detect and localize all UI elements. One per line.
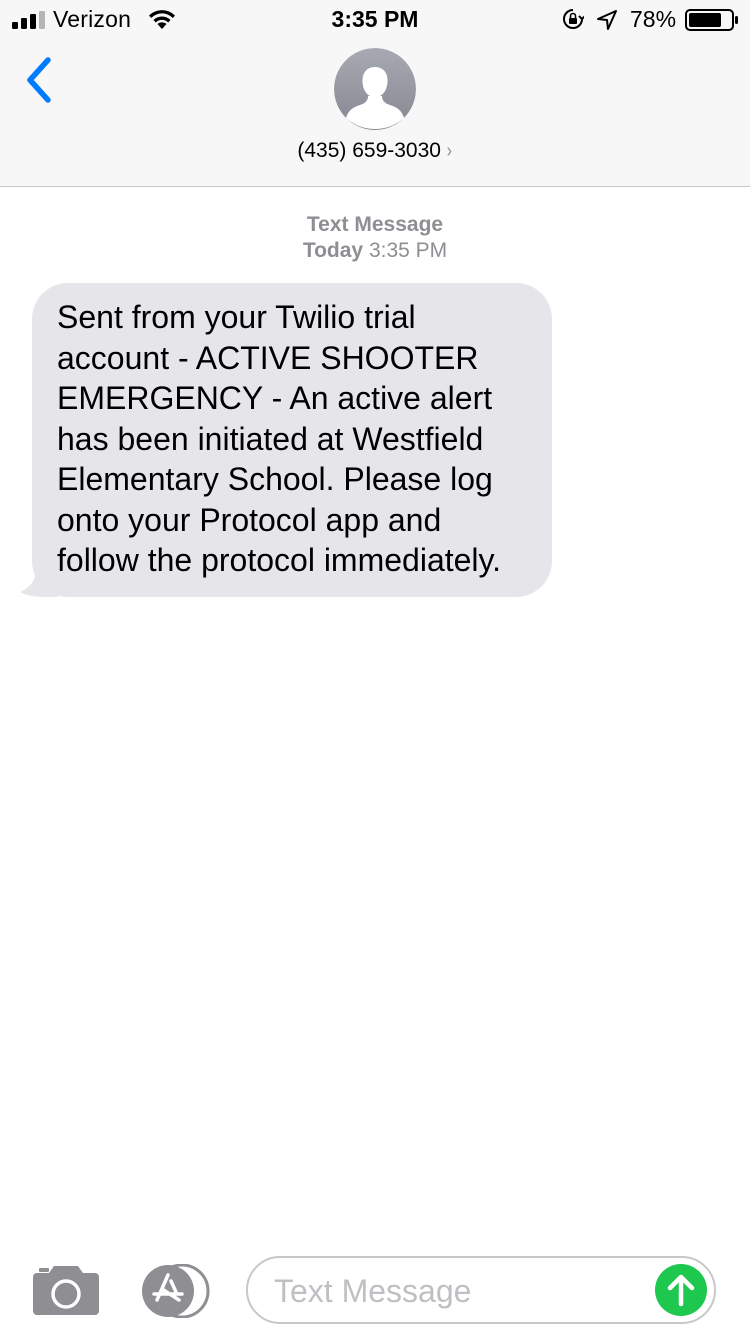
rotation-lock-icon [563, 9, 584, 29]
contact-details-button[interactable]: (435) 659-3030 › [0, 139, 750, 163]
battery-percent: 78% [630, 6, 677, 32]
chevron-left-icon [27, 57, 51, 103]
conversation-header: Verizon 3:35 PM 78% (435) 659-3030 › [0, 0, 750, 187]
chevron-right-icon: › [446, 140, 452, 162]
incoming-message[interactable]: Sent from your Twilio trial account - AC… [18, 283, 558, 597]
thread-timestamp: Text Message Today 3:35 PM [0, 212, 750, 264]
contact-avatar[interactable] [334, 48, 416, 130]
contact-number: (435) 659-3030 [297, 139, 441, 162]
person-silhouette-icon [334, 48, 416, 130]
day-label: Today [302, 239, 364, 262]
back-button[interactable] [18, 52, 58, 108]
status-bar: Verizon 3:35 PM 78% [0, 0, 750, 40]
messages-screen: Verizon 3:35 PM 78% (435) 659-3030 › Tex… [0, 0, 750, 1334]
location-arrow-icon [597, 10, 617, 30]
date-line: Today 3:35 PM [0, 238, 750, 264]
arrow-up-icon [667, 1274, 695, 1307]
service-label: Text Message [306, 213, 444, 236]
message-bubble: Sent from your Twilio trial account - AC… [32, 283, 552, 597]
app-store-icon [142, 1263, 210, 1319]
message-input[interactable] [274, 1268, 644, 1314]
time-label: 3:35 PM [368, 239, 448, 262]
send-button[interactable] [655, 1264, 707, 1316]
camera-icon [33, 1266, 99, 1315]
battery-icon [685, 9, 738, 31]
camera-button[interactable] [33, 1265, 99, 1315]
app-store-button[interactable] [140, 1263, 212, 1319]
message-compose-field [246, 1256, 716, 1324]
